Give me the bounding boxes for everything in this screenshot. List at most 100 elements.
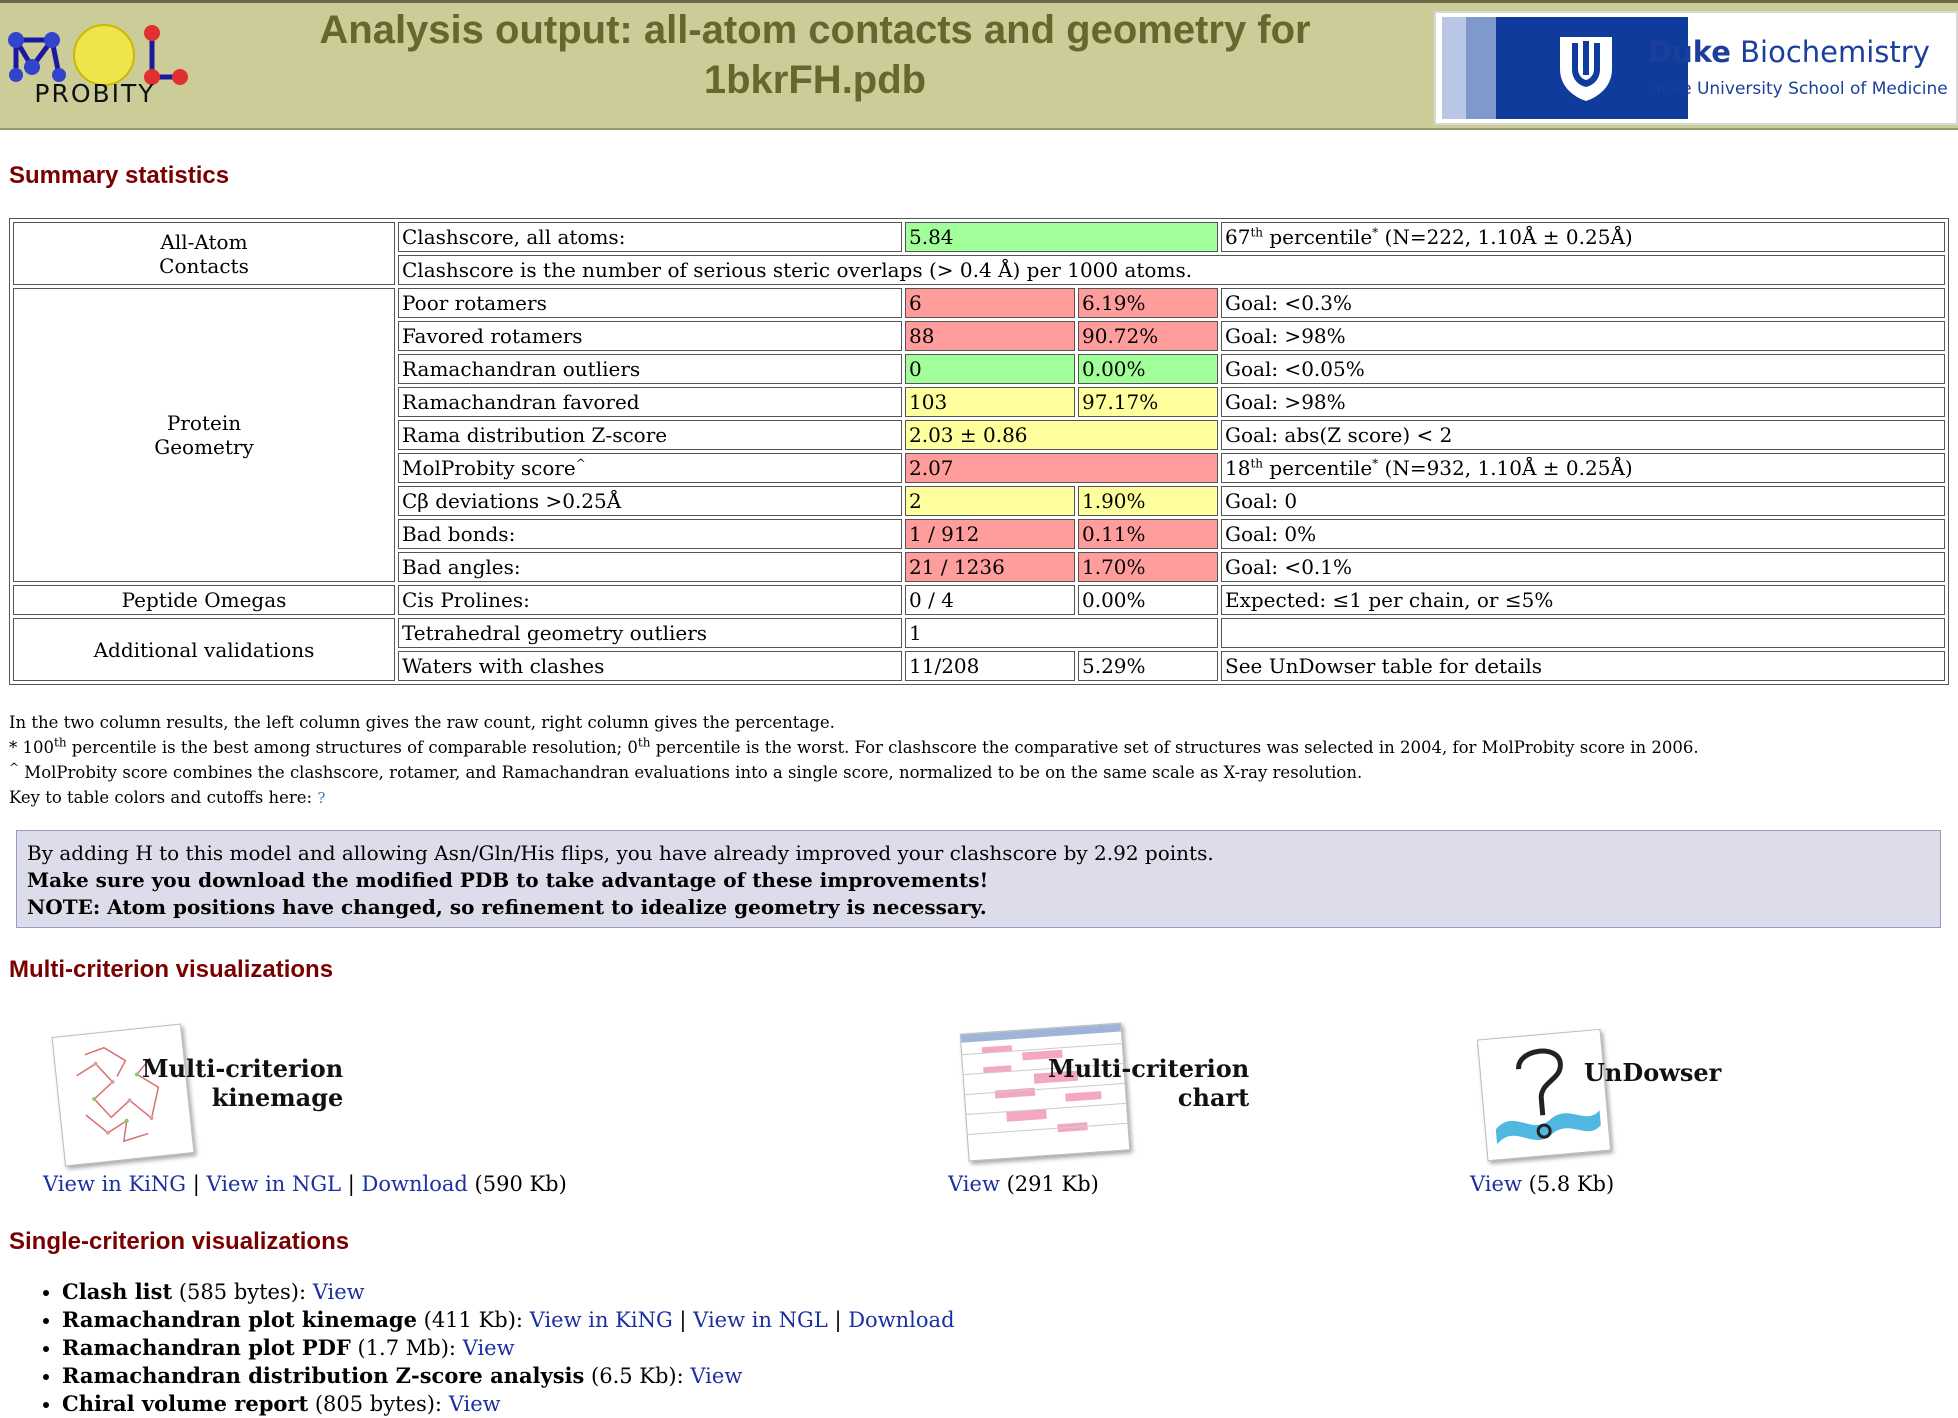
undowser-viz: UnDowser View (5.8 Kb) (1460, 1000, 1820, 1210)
chart-links: View (291 Kb) (948, 1172, 1099, 1196)
list-item: Ramachandran plot kinemage (411 Kb): Vie… (62, 1306, 955, 1334)
metric-percent: 0.00% (1078, 585, 1218, 615)
metric-count: 0 / 4 (905, 585, 1075, 615)
table-row: Protein Geometry Poor rotamers 6 6.19% Go… (13, 288, 1945, 582)
category-cell: All-Atom Contacts (13, 222, 395, 285)
view-in-king-link[interactable]: View in KiNG (43, 1172, 186, 1196)
view-in-ngl-link[interactable]: View in NGL (207, 1172, 342, 1196)
category-cell: Protein Geometry (13, 288, 395, 582)
metric-label: Ramachandran outliers (398, 354, 902, 384)
metric-label: Bad angles: (398, 552, 902, 582)
metric-count: 11/208 (905, 651, 1075, 681)
metric-percent: 90.72% (1078, 321, 1218, 351)
metric-goal: 67th percentile* (N=222, 1.10Å ± 0.25Å) (1221, 222, 1945, 252)
file-size: (291 Kb) (999, 1172, 1099, 1196)
kinemage-label: Multi-criterion kinemage (142, 1054, 344, 1112)
metric-count: 21 / 1236 (905, 552, 1075, 582)
notice-line: By adding H to this model and allowing A… (27, 841, 1214, 865)
metric-goal: Goal: <0.05% (1221, 354, 1945, 384)
list-item: Chiral volume report (805 bytes): View (62, 1390, 955, 1418)
list-item: Ramachandran distribution Z-score analys… (62, 1362, 955, 1390)
single-criterion-list: Clash list (585 bytes): View Ramachandra… (24, 1278, 955, 1418)
view-in-king-link[interactable]: View in KiNG (530, 1308, 673, 1332)
molprobity-logo-text: PROBITY (34, 79, 156, 108)
metric-goal: Goal: >98% (1221, 387, 1945, 417)
duke-subtitle: Duke University School of Medicine (1648, 79, 1948, 99)
metric-percent: 5.29% (1078, 651, 1218, 681)
download-link[interactable]: Download (848, 1308, 954, 1332)
table-row: Peptide Omegas Cis Prolines: 0 / 4 0.00%… (13, 585, 1945, 615)
metric-label: Poor rotamers (398, 288, 902, 318)
metric-goal: 18th percentile* (N=932, 1.10Å ± 0.25Å) (1221, 453, 1945, 483)
metric-goal: Expected: ≤1 per chain, or ≤5% (1221, 585, 1945, 615)
metric-goal: Goal: 0% (1221, 519, 1945, 549)
metric-goal: Goal: abs(Z score) < 2 (1221, 420, 1945, 450)
view-in-ngl-link[interactable]: View in NGL (693, 1308, 828, 1332)
metric-label: Cβ deviations >0.25Å (398, 486, 902, 516)
download-link[interactable]: Download (362, 1172, 468, 1196)
metric-percent: 1.90% (1078, 486, 1218, 516)
metric-percent: 6.19% (1078, 288, 1218, 318)
undowser-thumbnail[interactable] (1476, 1028, 1612, 1162)
summary-heading: Summary statistics (9, 162, 230, 189)
metric-percent: 1.70% (1078, 552, 1218, 582)
page-header: PROBITY Analysis output: all-atom contac… (0, 0, 1958, 130)
category-cell: Peptide Omegas (13, 585, 395, 615)
improvement-notice: By adding H to this model and allowing A… (16, 830, 1941, 928)
category-cell: Additional validations (13, 618, 395, 681)
metric-label: Cis Prolines: (398, 585, 902, 615)
kinemage-viz: Multi-criterion kinemage View in KiNG | V… (0, 1000, 567, 1210)
metric-label: Ramachandran favored (398, 387, 902, 417)
duke-biochemistry-logo[interactable]: Duke Biochemistry Duke University School… (1434, 11, 1958, 125)
notice-line: Make sure you download the modified PDB … (27, 868, 989, 892)
metric-goal: Goal: <0.3% (1221, 288, 1945, 318)
page-title: Analysis output: all-atom contacts and g… (319, 8, 1311, 102)
metric-label: Bad bonds: (398, 519, 902, 549)
view-link[interactable]: View (463, 1336, 515, 1360)
metric-label: Waters with clashes (398, 651, 902, 681)
footnote-line: ^ MolProbity score combines the clashsco… (9, 760, 1363, 783)
footnote-line: Key to table colors and cutoffs here: ? (9, 788, 326, 807)
metric-value: 2.07 (905, 453, 1218, 483)
metric-label: MolProbity score^ (398, 453, 902, 483)
duke-name: Duke Biochemistry (1648, 35, 1930, 69)
metric-count: 103 (905, 387, 1075, 417)
metric-goal (1221, 618, 1945, 648)
metric-value: 2.03 ± 0.86 (905, 420, 1218, 450)
single-criterion-heading: Single-criterion visualizations (9, 1228, 350, 1255)
metric-count: 2 (905, 486, 1075, 516)
duke-shield-icon (1560, 37, 1612, 101)
metric-value: 5.84 (905, 222, 1218, 252)
view-link[interactable]: View (313, 1280, 365, 1304)
metric-percent: 0.00% (1078, 354, 1218, 384)
metric-goal: Goal: >98% (1221, 321, 1945, 351)
metric-goal: Goal: 0 (1221, 486, 1945, 516)
help-icon[interactable]: ? (317, 789, 325, 807)
view-link[interactable]: View (449, 1392, 501, 1416)
metric-count: 1 / 912 (905, 519, 1075, 549)
metric-percent: 97.17% (1078, 387, 1218, 417)
metric-count: 6 (905, 288, 1075, 318)
file-size: (590 Kb) (467, 1172, 567, 1196)
metric-label: Rama distribution Z-score (398, 420, 902, 450)
metric-value: 1 (905, 618, 1218, 648)
metric-label: Favored rotamers (398, 321, 902, 351)
list-item: Clash list (585 bytes): View (62, 1278, 955, 1306)
metric-percent: 0.11% (1078, 519, 1218, 549)
table-row: Additional validations Tetrahedral geome… (13, 618, 1945, 681)
notice-line: NOTE: Atom positions have changed, so re… (27, 895, 987, 919)
multi-criterion-heading: Multi-criterion visualizations (9, 956, 334, 983)
summary-table: All-Atom Contacts Clashscore, all atoms: … (9, 218, 1949, 685)
file-size: (5.8 Kb) (1521, 1172, 1615, 1196)
view-undowser-link[interactable]: View (1470, 1172, 1522, 1196)
metric-count: 88 (905, 321, 1075, 351)
metric-label: Tetrahedral geometry outliers (398, 618, 902, 648)
metric-goal: Goal: <0.1% (1221, 552, 1945, 582)
metric-description: Clashscore is the number of serious ster… (398, 255, 1945, 285)
footnote-line: * 100th percentile is the best among str… (9, 735, 1699, 758)
footnotes: In the two column results, the left colu… (9, 710, 1699, 811)
view-link[interactable]: View (690, 1364, 742, 1388)
metric-label: Clashscore, all atoms: (398, 222, 902, 252)
view-chart-link[interactable]: View (948, 1172, 1000, 1196)
undowser-label: UnDowser (1584, 1058, 1722, 1087)
